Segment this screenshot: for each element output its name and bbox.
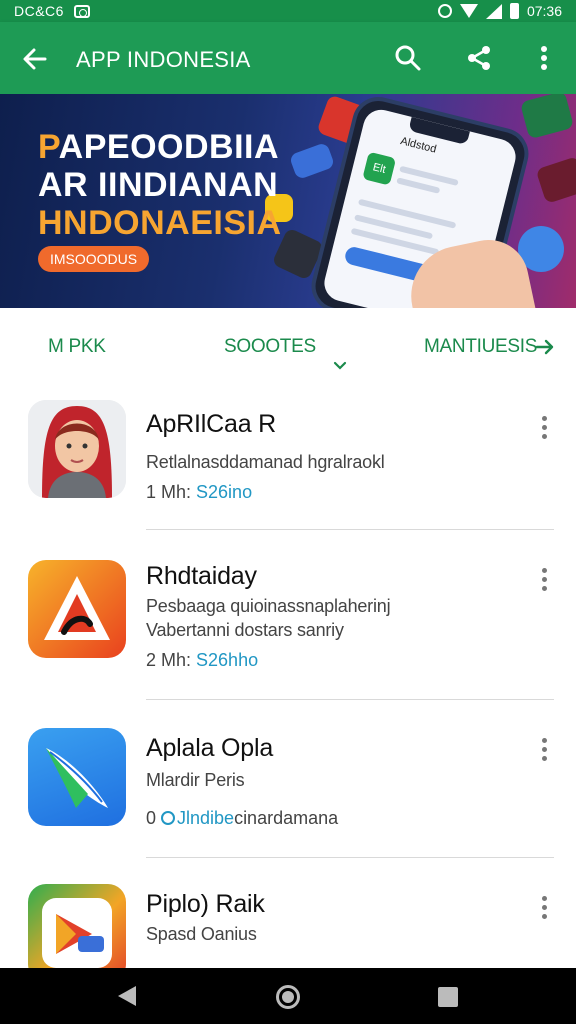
decoration-card-icon <box>535 156 576 204</box>
play-logo-icon <box>42 898 112 968</box>
triangle-logo-icon <box>44 576 110 640</box>
more-vert-icon[interactable] <box>538 738 550 762</box>
app-description: Retlalnasddamanad hgralraokl <box>146 452 385 472</box>
banner-line-1: PAPEOODBIIA <box>38 128 279 167</box>
app-icon-play <box>28 884 126 968</box>
divider <box>146 529 554 530</box>
app-name: ApRIlCaa R <box>146 410 276 438</box>
status-bar: DC&C6 07:36 <box>0 0 576 22</box>
more-options-button[interactable] <box>532 44 556 72</box>
app-meta: 1 Mh: S26ino <box>146 482 252 503</box>
list-item[interactable]: Rhdtaiday Pesbaaga quioinassnaplaherinj … <box>0 538 576 700</box>
camera-icon <box>73 4 90 18</box>
app-meta-accent: Jlndibe <box>177 808 235 828</box>
app-icon-triangle <box>28 560 126 658</box>
tab-soootes[interactable]: SOOOTES <box>224 336 316 358</box>
banner-line-1-rest: APEOODBIIA <box>58 128 280 166</box>
search-icon <box>395 45 421 71</box>
banner-line-3: HNDONAEISIA <box>38 204 282 242</box>
list-item[interactable]: Aplala Opla Mlardir Peris 0 Jlndibecinar… <box>0 708 576 860</box>
app-name: Piplo) Raik <box>146 890 265 918</box>
more-vert-icon[interactable] <box>538 416 550 440</box>
app-description: Pesbaaga quioinassnaplaherinj <box>146 596 391 616</box>
app-meta-prefix: 0 <box>146 808 162 828</box>
nav-back-icon[interactable] <box>118 986 136 1006</box>
search-button[interactable] <box>394 44 422 72</box>
decoration-blue-icon <box>288 141 336 181</box>
divider <box>146 857 554 858</box>
list-item[interactable]: ApRIlCaa R Retlalnasddamanad hgralraokl … <box>0 386 576 538</box>
back-arrow-icon <box>23 48 47 70</box>
app-meta: 2 Mh: S26hho <box>146 650 258 671</box>
wifi-icon <box>459 4 478 18</box>
app-description: Spasd Oanius <box>146 924 257 944</box>
status-left-text: DC&C6 <box>14 3 64 19</box>
arrow-right-icon[interactable] <box>534 336 556 358</box>
app-meta-accent: S26ino <box>196 482 253 502</box>
list-item[interactable]: Piplo) Raik Spasd Oanius <box>0 866 576 968</box>
app-meta-prefix: 2 Mh: <box>146 650 197 670</box>
app-bar: APP INDONESIA <box>0 22 576 94</box>
app-icon-paper <box>28 728 126 826</box>
app-description-2: Vabertanni dostars sanriy <box>146 620 344 640</box>
chevron-down-icon[interactable] <box>332 358 348 374</box>
phone-app-icon: Elt <box>362 151 397 186</box>
page-title: APP INDONESIA <box>76 47 251 72</box>
app-meta: 0 Jlndibecinardamana <box>146 808 338 829</box>
avatar-icon <box>28 400 126 498</box>
more-vert-icon <box>541 46 547 70</box>
status-bar-right: 07:36 <box>437 3 562 19</box>
alarm-icon <box>437 4 452 18</box>
phone-screen-title: Aldstod <box>399 135 438 156</box>
decoration-green-icon <box>519 94 575 140</box>
status-time: 07:36 <box>526 3 562 19</box>
category-tabs: M PKK SOOOTES MANTIUESIS <box>0 308 576 386</box>
back-button[interactable] <box>20 44 50 74</box>
status-bar-left: DC&C6 <box>14 3 90 19</box>
more-vert-icon[interactable] <box>538 568 550 592</box>
app-meta-accent: S26hho <box>196 650 259 670</box>
app-meta-prefix: 1 Mh: <box>146 482 197 502</box>
app-description: Mlardir Peris <box>146 770 245 790</box>
tab-mpkk[interactable]: M PKK <box>48 336 106 358</box>
share-icon <box>468 46 490 70</box>
promo-banner[interactable]: PAPEOODBIIA AR IINDIANAN HNDONAEISIA IMS… <box>0 94 576 308</box>
more-vert-icon[interactable] <box>538 896 550 920</box>
tab-mantiuesis[interactable]: MANTIUESIS <box>424 336 537 358</box>
banner-line-1-first: P <box>38 128 59 166</box>
paper-plane-icon <box>46 748 108 808</box>
app-icon-avatar <box>28 400 126 498</box>
app-name: Rhdtaiday <box>146 562 257 590</box>
system-nav-bar <box>0 968 576 1024</box>
signal-icon <box>485 3 502 19</box>
banner-cta-button[interactable]: IMSOOODUS <box>38 246 150 272</box>
share-button[interactable] <box>465 44 493 72</box>
divider <box>146 699 554 700</box>
nav-recents-icon[interactable] <box>438 987 458 1007</box>
app-meta-suffix: cinardamana <box>234 808 339 828</box>
app-name: Aplala Opla <box>146 734 274 762</box>
verified-icon <box>161 811 176 825</box>
banner-line-2: AR IINDIANAN <box>38 166 279 204</box>
nav-home-icon[interactable] <box>276 985 300 1009</box>
battery-icon <box>509 3 519 19</box>
